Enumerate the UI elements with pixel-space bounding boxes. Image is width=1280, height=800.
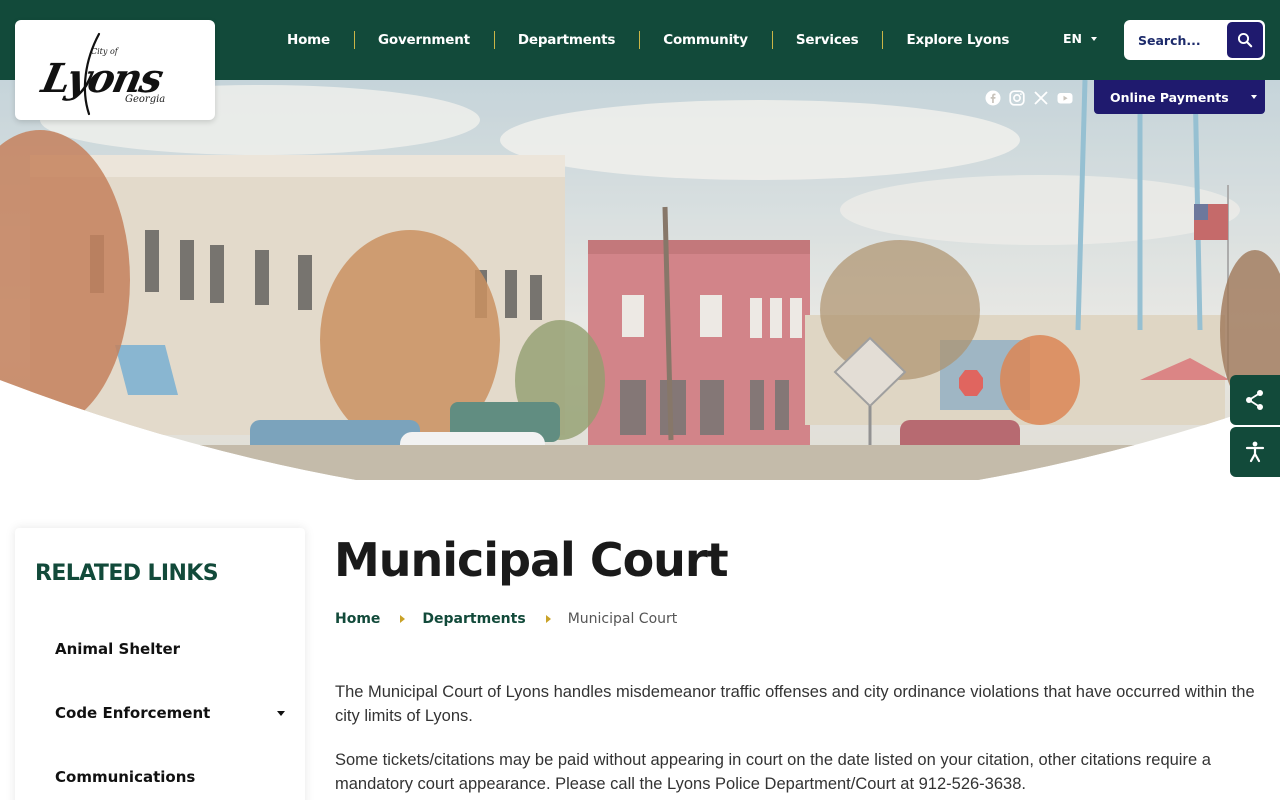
- instagram-icon[interactable]: [1009, 90, 1025, 106]
- online-payments-label: Online Payments: [1110, 89, 1229, 105]
- breadcrumb-arrow-icon: [400, 615, 406, 623]
- language-label: EN: [1063, 31, 1083, 46]
- hero-banner: [0, 80, 1280, 480]
- related-links-panel: RELATED LINKS Animal Shelter Code Enforc…: [15, 528, 305, 800]
- search-box: [1124, 20, 1265, 60]
- facebook-icon[interactable]: [985, 90, 1001, 106]
- related-link-label: Animal Shelter: [55, 640, 181, 658]
- accessibility-button[interactable]: [1230, 427, 1280, 477]
- related-link-communications[interactable]: Communications: [55, 768, 285, 786]
- main-nav: Home Government Departments Community Se…: [263, 0, 1033, 80]
- related-link-label: Code Enforcement: [55, 704, 211, 722]
- language-selector[interactable]: EN: [1063, 31, 1098, 46]
- chevron-down-icon[interactable]: [277, 710, 285, 716]
- site-logo[interactable]: City of Lyons Georgia: [15, 20, 215, 120]
- nav-explore-lyons[interactable]: Explore Lyons: [882, 31, 1033, 49]
- online-payments-button[interactable]: Online Payments: [1094, 80, 1265, 114]
- related-links-title: RELATED LINKS: [35, 561, 219, 586]
- breadcrumb-departments[interactable]: Departments: [422, 611, 525, 627]
- nav-departments[interactable]: Departments: [493, 31, 639, 49]
- downtown-photo: [0, 80, 1280, 480]
- chevron-down-icon: [1091, 36, 1098, 41]
- nav-community[interactable]: Community: [639, 31, 772, 49]
- search-icon: [1237, 32, 1253, 48]
- chevron-down-icon: [1250, 95, 1257, 99]
- x-icon[interactable]: [1033, 90, 1049, 106]
- search-button[interactable]: [1227, 22, 1263, 58]
- nav-government[interactable]: Government: [354, 31, 494, 49]
- share-icon: [1246, 390, 1263, 410]
- share-button[interactable]: [1230, 375, 1280, 425]
- citation-paragraph: Some tickets/citations may be paid witho…: [335, 751, 1211, 793]
- breadcrumb-home[interactable]: Home: [335, 611, 380, 627]
- related-link-animal-shelter[interactable]: Animal Shelter: [55, 640, 285, 658]
- youtube-icon[interactable]: [1057, 90, 1073, 106]
- breadcrumb-current: Municipal Court: [567, 611, 678, 627]
- accessibility-icon: [1245, 441, 1265, 463]
- breadcrumb: Home Departments Municipal Court: [335, 611, 677, 627]
- nav-home[interactable]: Home: [263, 32, 354, 48]
- social-links: [985, 90, 1073, 106]
- lyons-logo-icon: City of Lyons Georgia: [37, 32, 167, 116]
- related-link-code-enforcement[interactable]: Code Enforcement: [55, 704, 285, 722]
- nav-services[interactable]: Services: [771, 31, 883, 49]
- intro-paragraph: The Municipal Court of Lyons handles mis…: [335, 683, 1255, 725]
- search-input[interactable]: [1124, 20, 1226, 60]
- related-link-label: Communications: [55, 768, 196, 786]
- logo-state: Georgia: [125, 94, 165, 105]
- breadcrumb-arrow-icon: [545, 615, 551, 623]
- page-title: Municipal Court: [334, 533, 729, 587]
